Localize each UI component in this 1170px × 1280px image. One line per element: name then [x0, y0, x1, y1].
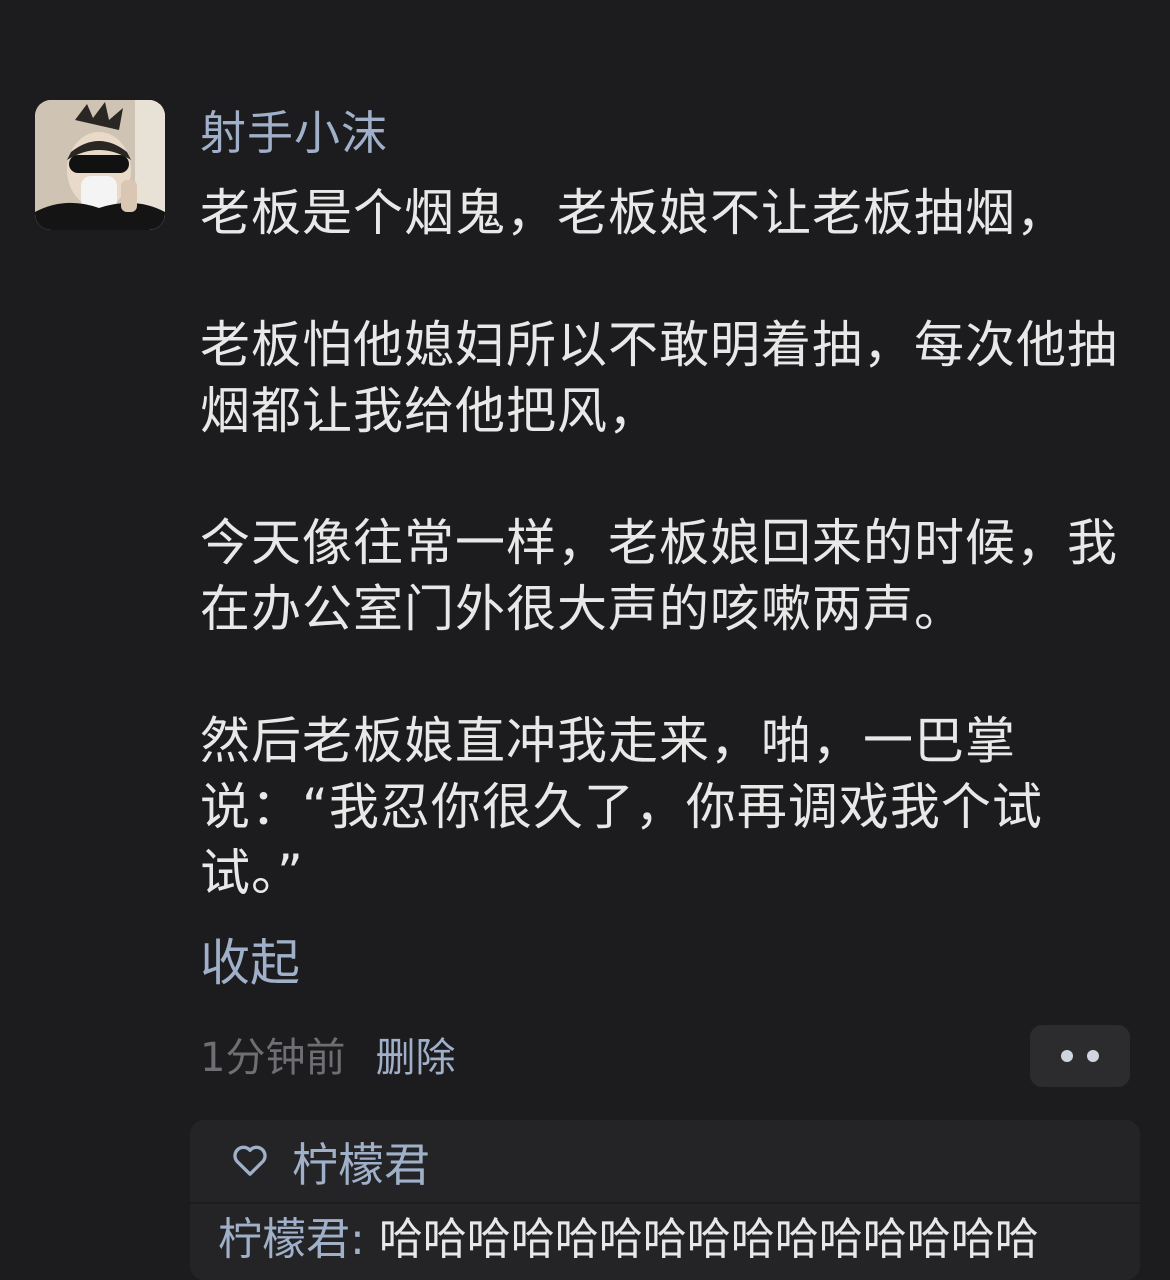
post-paragraph: 老板怕他媳妇所以不敢明着抽，每次他抽烟都让我给他把风， [200, 316, 1118, 440]
avatar-image [35, 100, 165, 230]
heart-icon[interactable] [230, 1140, 270, 1184]
post-timestamp: 1分钟前 [200, 1035, 346, 1081]
post-paragraph: 今天像往常一样，老板娘回来的时候，我在办公室门外很大声的咳嗽两声。 [200, 514, 1118, 638]
likes-row: 柠檬君 [230, 1132, 430, 1192]
divider [190, 1202, 1140, 1204]
reply-text: 哈哈哈哈哈哈哈哈哈哈哈哈哈哈哈 [378, 1214, 1039, 1265]
delete-button[interactable]: 删除 [375, 1030, 455, 1086]
reply-separator: : [350, 1214, 379, 1265]
liked-by-name[interactable]: 柠檬君 [292, 1129, 430, 1195]
post-paragraph: 老板是个烟鬼，老板娘不让老板抽烟， [200, 184, 1067, 242]
reply-author[interactable]: 柠檬君 [218, 1214, 350, 1265]
more-dots-icon [1061, 1050, 1073, 1062]
post-author-name[interactable]: 射手小沫 [200, 100, 388, 166]
avatar[interactable] [35, 100, 165, 230]
more-options-button[interactable] [1030, 1025, 1130, 1087]
post-paragraph: 然后老板娘直冲我走来，啪，一巴掌说：“我忍你很久了，你再调戏我个试试。” [200, 712, 1043, 902]
collapse-button[interactable]: 收起 [200, 930, 300, 996]
post-content: 老板是个烟鬼，老板娘不让老板抽烟， 老板怕他媳妇所以不敢明着抽，每次他抽烟都让我… [200, 180, 1140, 906]
interaction-box: 柠檬君 柠檬君: 哈哈哈哈哈哈哈哈哈哈哈哈哈哈哈 [190, 1120, 1140, 1280]
reply-item[interactable]: 柠檬君: 哈哈哈哈哈哈哈哈哈哈哈哈哈哈哈 [218, 1210, 1039, 1270]
post-meta: 1分钟前 删除 [200, 1030, 455, 1086]
more-dots-icon [1087, 1050, 1099, 1062]
